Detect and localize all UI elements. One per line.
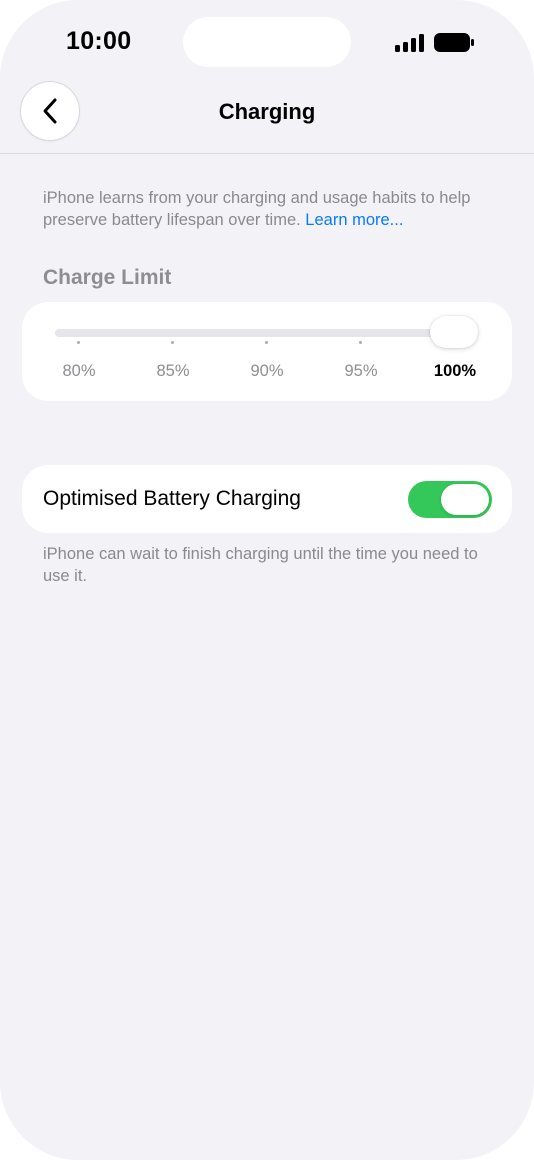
optimised-charging-label: Optimised Battery Charging bbox=[43, 487, 301, 510]
slider-label-90: 90% bbox=[250, 362, 284, 380]
charge-limit-slider-card: 80% 85% 90% 95% 100% bbox=[22, 302, 512, 401]
dynamic-island bbox=[183, 17, 351, 67]
phone-screen: 10:00 Charging iPhone learns from your c… bbox=[0, 0, 534, 1160]
intro-description: iPhone learns from your charging and usa… bbox=[43, 188, 493, 231]
slider-tick-95 bbox=[359, 341, 362, 344]
nav-divider bbox=[0, 153, 534, 154]
slider-label-85: 85% bbox=[156, 362, 190, 380]
slider-tick-90 bbox=[265, 341, 268, 344]
battery-icon bbox=[434, 33, 474, 52]
charge-limit-slider-thumb[interactable] bbox=[430, 316, 478, 348]
intro-text: iPhone learns from your charging and usa… bbox=[43, 189, 471, 229]
charge-limit-header: Charge Limit bbox=[43, 266, 172, 289]
toggle-knob bbox=[441, 484, 489, 515]
cellular-signal-icon bbox=[395, 34, 427, 52]
optimised-charging-toggle[interactable] bbox=[408, 481, 492, 518]
status-time: 10:00 bbox=[66, 27, 132, 55]
slider-label-80: 80% bbox=[62, 362, 96, 380]
page-title: Charging bbox=[218, 99, 316, 124]
slider-label-100: 100% bbox=[433, 362, 477, 380]
optimised-charging-footnote: iPhone can wait to finish charging until… bbox=[43, 545, 478, 585]
slider-label-95: 95% bbox=[344, 362, 378, 380]
slider-tick-80 bbox=[77, 341, 80, 344]
charge-limit-slider-track[interactable] bbox=[55, 329, 475, 337]
optimised-charging-row: Optimised Battery Charging bbox=[22, 465, 512, 533]
learn-more-link[interactable]: Learn more... bbox=[305, 211, 403, 229]
slider-tick-85 bbox=[171, 341, 174, 344]
